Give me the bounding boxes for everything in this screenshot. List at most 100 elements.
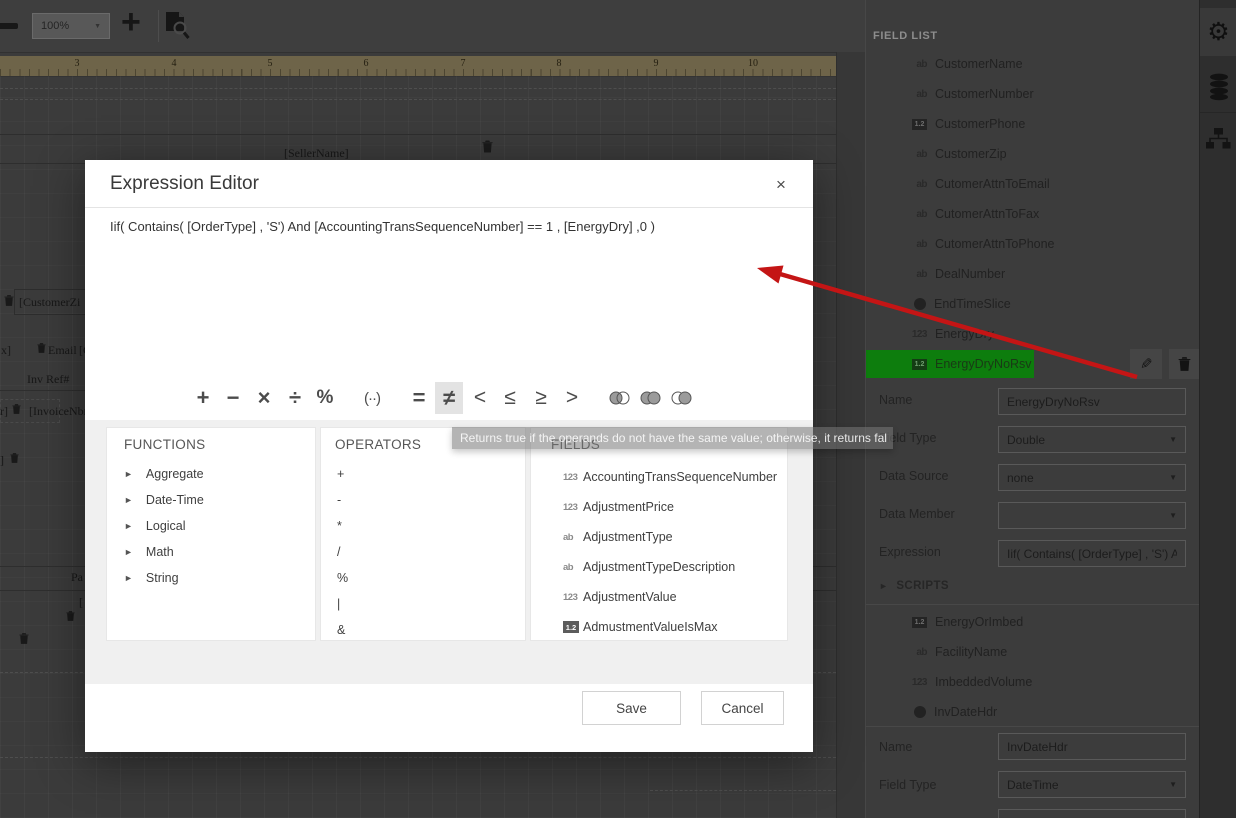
number-field-icon: 123	[563, 502, 583, 513]
multiply-operator-button[interactable]: ×	[250, 382, 278, 414]
operator-item[interactable]: |	[337, 597, 340, 611]
expander-icon: ►	[124, 495, 133, 505]
field-item[interactable]: ab AdjustmentType	[563, 530, 673, 544]
gear-icon: ⚙	[1207, 20, 1229, 45]
zoom-in-button[interactable]: +	[121, 3, 141, 42]
less-equal-operator-button[interactable]: ≤	[496, 382, 524, 414]
field-list-item[interactable]: EndTimeSlice	[866, 289, 1200, 319]
function-category[interactable]: ►Logical	[124, 519, 186, 533]
greater-equal-operator-button[interactable]: ≥	[527, 382, 555, 414]
field-list-item[interactable]: ab CustomerNumber	[866, 79, 1200, 109]
function-category[interactable]: ►Date-Time	[124, 493, 204, 507]
field-type-select[interactable]: DateTime ▼	[998, 771, 1186, 798]
function-category[interactable]: ►Aggregate	[124, 467, 204, 481]
expression-label: Expression	[879, 545, 941, 559]
string-field-icon: ab	[905, 149, 927, 160]
operator-item[interactable]: +	[337, 467, 344, 481]
data-source-rail-button[interactable]	[1200, 64, 1236, 110]
expander-icon: ►	[124, 521, 133, 531]
delete-field-button[interactable]	[1169, 349, 1199, 379]
field-list-item[interactable]: ab CustomerZip	[866, 139, 1200, 169]
field-list-item[interactable]: 1.2 CustomerPhone	[866, 109, 1200, 139]
calculated-field-icon: 1.2	[912, 119, 927, 130]
field-list-item[interactable]: 123 EnergyDry	[866, 319, 1200, 349]
field-fragment: r]	[0, 404, 8, 419]
expander-icon: ►	[879, 581, 888, 591]
greater-than-operator-button[interactable]: >	[558, 382, 586, 414]
parentheses-operator-button[interactable]: (··)	[358, 382, 386, 414]
trash-icon	[66, 610, 75, 622]
name-label: Name	[879, 393, 912, 407]
preview-icon[interactable]	[164, 11, 191, 40]
scripts-section-toggle[interactable]: ►SCRIPTS	[879, 580, 949, 592]
expression-input[interactable]: Iif( Contains( [OrderType] , 'S') A.···	[998, 540, 1186, 567]
field-list-item[interactable]: 123 ImbeddedVolume	[866, 667, 1200, 697]
zoom-dropdown[interactable]: 100% ▼	[32, 13, 110, 39]
name-input[interactable]: InvDateHdr	[998, 733, 1186, 760]
report-structure-rail-button[interactable]	[1200, 116, 1236, 162]
join-both-operator-button[interactable]	[636, 382, 664, 414]
data-member-select[interactable]: ▼	[998, 502, 1186, 529]
field-list-item[interactable]: InvDateHdr	[866, 697, 1200, 727]
ruler-number: 6	[364, 58, 369, 69]
field-type-select[interactable]: Double ▼	[998, 426, 1186, 453]
ruler-number: 8	[557, 58, 562, 69]
data-source-select[interactable]: none ▼	[998, 464, 1186, 491]
field-item[interactable]: ab AdjustmentTypeDescription	[563, 560, 735, 574]
expression-text-area[interactable]: Iif( Contains( [OrderType] , 'S') And [A…	[110, 218, 790, 236]
field-list-item[interactable]: ab CutomerAttnToEmail	[866, 169, 1200, 199]
join-left-operator-button[interactable]	[605, 382, 633, 414]
name-input[interactable]: EnergyDryNoRsv	[998, 388, 1186, 415]
field-item[interactable]: 123 AdjustmentValue	[563, 590, 677, 604]
selected-field-row[interactable]: 1.2 EnergyDryNoRsv	[866, 350, 1034, 378]
operator-item[interactable]: %	[337, 571, 348, 585]
functions-panel: FUNCTIONS ►Aggregate ►Date-Time ►Logical…	[106, 427, 316, 641]
field-item[interactable]: 123 AdjustmentPrice	[563, 500, 674, 514]
field-list-item[interactable]: ab DealNumber	[866, 259, 1200, 289]
caret-down-icon: ▼	[94, 23, 101, 30]
field-item[interactable]: 123 AccountingTransSequenceNumber	[563, 470, 777, 484]
field-fragment: ]	[0, 453, 4, 468]
minus-operator-button[interactable]: −	[219, 382, 247, 414]
partial-input[interactable]	[998, 809, 1186, 818]
email-field: Email	[48, 343, 77, 358]
field-list-item[interactable]: ab CustomerName	[866, 49, 1200, 79]
ruler-number: 9	[654, 58, 659, 69]
less-than-operator-button[interactable]: <	[466, 382, 494, 414]
circles-both-filled-icon	[639, 390, 662, 406]
not-equals-operator-button[interactable]: ≠	[435, 382, 463, 414]
plus-operator-button[interactable]: +	[189, 382, 217, 414]
function-category[interactable]: ►Math	[124, 545, 174, 559]
pencil-icon: ✎	[1140, 355, 1153, 373]
cancel-button[interactable]: Cancel	[701, 691, 784, 725]
zoom-out-button[interactable]	[0, 23, 18, 29]
seller-name-field: [SellerName]	[284, 146, 349, 161]
field-item[interactable]: 1.2 AdmustmentValueIsMax	[563, 620, 718, 634]
operator-item[interactable]: /	[337, 545, 340, 559]
expander-icon: ►	[124, 547, 133, 557]
number-field-icon: 123	[563, 472, 583, 483]
field-list-item[interactable]: ab CutomerAttnToFax	[866, 199, 1200, 229]
number-field-icon: 123	[905, 677, 927, 688]
close-icon[interactable]: ×	[776, 175, 786, 195]
join-right-operator-button[interactable]	[667, 382, 695, 414]
calculated-field-icon: 1.2	[912, 617, 927, 628]
equals-operator-button[interactable]: =	[405, 382, 433, 414]
settings-rail-button[interactable]: ⚙	[1200, 8, 1236, 56]
operator-item[interactable]: &	[337, 623, 345, 637]
field-list-item[interactable]: 1.2 EnergyOrImbed	[866, 607, 1200, 637]
trash-icon	[4, 294, 14, 307]
divide-operator-button[interactable]: ÷	[281, 382, 309, 414]
edit-field-button[interactable]: ✎	[1130, 349, 1162, 379]
field-list-item[interactable]: ab CutomerAttnToPhone	[866, 229, 1200, 259]
function-category[interactable]: ►String	[124, 571, 179, 585]
data-member-label: Data Member	[879, 507, 955, 521]
save-button[interactable]: Save	[582, 691, 681, 725]
field-list-item[interactable]: ab FacilityName	[866, 637, 1200, 667]
trash-icon	[482, 139, 493, 154]
operator-item[interactable]: *	[337, 519, 342, 533]
number-field-icon: 123	[905, 329, 927, 340]
operator-item[interactable]: -	[337, 493, 341, 507]
modulo-operator-button[interactable]: %	[311, 382, 339, 414]
field-fragment: [	[79, 595, 83, 610]
